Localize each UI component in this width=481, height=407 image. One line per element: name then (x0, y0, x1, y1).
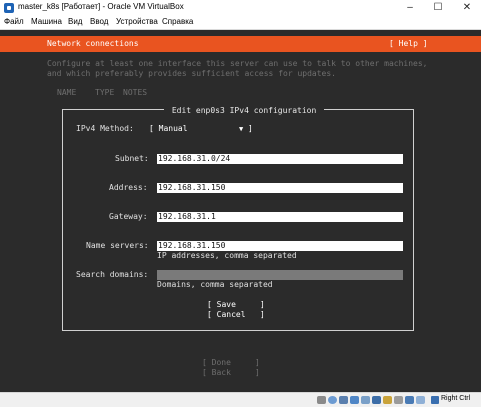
column-header-type: TYPE (95, 88, 115, 97)
name-servers-label: Name servers: (86, 241, 149, 250)
search-domains-hint: Domains, comma separated (157, 280, 273, 289)
menu-view[interactable]: Вид (68, 17, 82, 26)
menu-machine[interactable]: Машина (31, 17, 62, 26)
column-header-notes: NOTES (123, 88, 148, 97)
virtualbox-app-icon (4, 3, 14, 13)
menu-bar: Файл Машина Вид Ввод Устройства Справка (0, 16, 481, 30)
back-button[interactable]: [ Back ] (202, 368, 260, 378)
address-input[interactable] (157, 183, 403, 193)
close-button[interactable]: ✕ (454, 0, 480, 16)
status-bar: Right Ctrl (0, 392, 481, 407)
display-icon[interactable] (372, 396, 381, 404)
save-button[interactable]: [ Save ] (207, 300, 265, 310)
mouse-icon[interactable] (416, 396, 425, 404)
subnet-label: Subnet: (115, 154, 149, 163)
menu-file[interactable]: Файл (4, 17, 24, 26)
gateway-label: Gateway: (109, 212, 148, 221)
search-domains-label: Search domains: (76, 270, 149, 279)
host-key-label: Right Ctrl (441, 395, 471, 402)
column-header-name: NAME (57, 88, 77, 97)
name-servers-hint: IP addresses, comma separated (157, 251, 297, 260)
cpu-icon[interactable] (405, 396, 414, 404)
cd-icon[interactable] (328, 396, 337, 404)
network-icon[interactable] (350, 396, 359, 404)
name-servers-input[interactable] (157, 241, 403, 251)
usb-icon[interactable] (339, 396, 348, 404)
keyboard-icon[interactable] (431, 396, 439, 404)
menu-help[interactable]: Справка (162, 17, 193, 26)
hdd-icon[interactable] (317, 396, 326, 404)
done-button[interactable]: [ Done ] (202, 358, 260, 368)
vm-console[interactable]: Network connections [ Help ] Configure a… (0, 30, 481, 392)
menu-devices[interactable]: Устройства (116, 17, 158, 26)
minimize-button[interactable]: – (397, 0, 423, 16)
installer-header: Network connections [ Help ] (0, 36, 481, 52)
chevron-down-icon[interactable]: ▼ (239, 124, 243, 134)
header-title: Network connections (47, 39, 139, 48)
intro-line-2: and which preferably provides sufficient… (47, 69, 336, 78)
window-titlebar: master_k8s [Работает] - Oracle VM Virtua… (0, 0, 481, 16)
window-title: master_k8s [Работает] - Oracle VM Virtua… (18, 2, 184, 11)
cancel-button[interactable]: [ Cancel ] (207, 310, 265, 320)
maximize-button[interactable]: ☐ (425, 0, 451, 16)
subnet-input[interactable] (157, 154, 403, 164)
dialog-title: Edit enp0s3 IPv4 configuration (164, 106, 325, 116)
recording-icon[interactable] (394, 396, 403, 404)
ipv4-method-label: IPv4 Method: (76, 124, 134, 133)
help-button[interactable]: [ Help ] (389, 39, 428, 49)
ipv4-method-value[interactable]: [ Manual (149, 124, 188, 134)
shared-folder-icon[interactable] (383, 396, 392, 404)
menu-input[interactable]: Ввод (90, 17, 108, 26)
gateway-input[interactable] (157, 212, 403, 222)
audio-icon[interactable] (361, 396, 370, 404)
ipv4-method-bracket: ] (248, 124, 253, 133)
intro-line-1: Configure at least one interface this se… (47, 59, 428, 68)
search-domains-input[interactable] (157, 270, 403, 280)
address-label: Address: (109, 183, 148, 192)
